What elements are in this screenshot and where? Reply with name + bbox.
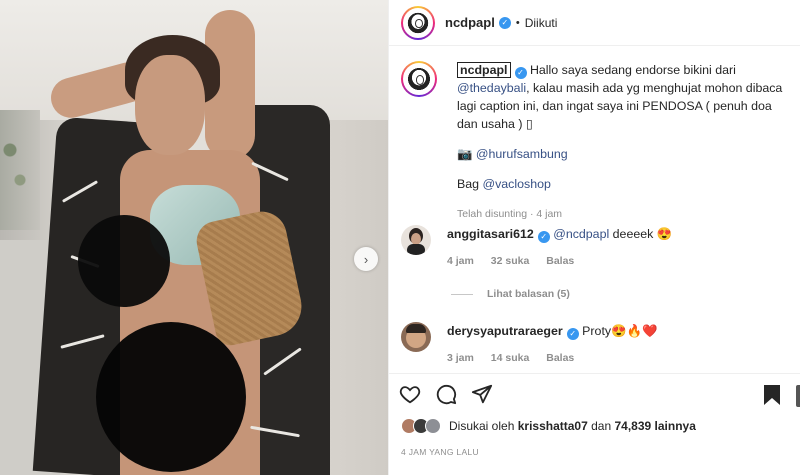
liker-username[interactable]: krisshatta07: [518, 419, 588, 433]
view-replies-label: Lihat balasan (5): [487, 288, 570, 300]
commenter-username[interactable]: anggitasari612: [447, 227, 534, 241]
commenter-avatar[interactable]: [401, 225, 431, 255]
avatar: [425, 418, 441, 434]
scrollbar[interactable]: [796, 385, 800, 407]
caption-avatar[interactable]: [401, 61, 437, 97]
unknown-glyph: ▯: [525, 117, 533, 131]
comment-icon[interactable]: [435, 383, 457, 405]
post-timestamp: 4 JAM YANG LALU: [401, 447, 479, 457]
verified-badge-icon: ✓: [514, 67, 527, 79]
likes-prefix: Disukai oleh: [449, 419, 515, 433]
post-photo[interactable]: ›: [0, 0, 388, 475]
comment-emoji: 😍🔥❤️: [611, 324, 658, 338]
comments-section[interactable]: ncdpapl ✓ Hallo saya sedang endorse bikin…: [389, 47, 800, 372]
next-photo-button[interactable]: ›: [354, 247, 378, 271]
comment-likes[interactable]: 14 suka: [491, 352, 530, 364]
chevron-right-icon: ›: [363, 251, 369, 267]
bookmark-icon[interactable]: [763, 384, 781, 409]
follow-status-button[interactable]: Diikuti: [525, 16, 558, 30]
comment-text: deeeek: [609, 227, 657, 241]
comment-text: Proty: [578, 324, 612, 338]
commenter-avatar[interactable]: [401, 322, 431, 352]
mention-link[interactable]: @thedaybali: [457, 81, 526, 95]
comment-item: derysyaputraraeger ✓ Proty😍🔥❤️ 3 jam 14 s…: [401, 322, 791, 364]
comment-emoji: 😍: [656, 227, 673, 241]
comment-item: anggitasari612 ✓ @ncdpapl deeeek 😍 4 jam …: [401, 225, 791, 267]
censor-circle-bottom: [96, 322, 246, 472]
caption-text: Hallo saya sedang endorse bikini dari: [529, 63, 736, 77]
post-actions-bar: [389, 373, 800, 413]
view-replies-button[interactable]: Lihat balasan (5): [451, 288, 570, 300]
liker-avatars: [401, 418, 441, 434]
author-username[interactable]: ncdpapl: [445, 15, 495, 30]
post-caption: ncdpapl ✓ Hallo saya sedang endorse bikin…: [401, 61, 791, 223]
post-details-panel: ncdpapl ✓ • Diikuti ncdpapl ✓ Hallo saya …: [388, 0, 800, 475]
replies-divider: [451, 293, 473, 295]
comment-time: 3 jam: [447, 352, 474, 364]
comment-likes[interactable]: 32 suka: [491, 255, 530, 267]
verified-badge-icon: ✓: [498, 16, 511, 29]
photo-credit-link[interactable]: @hurufsambung: [476, 147, 568, 161]
bag-mention-link[interactable]: @vacloshop: [483, 177, 551, 191]
separator-dot: •: [515, 16, 520, 29]
mention-link[interactable]: @ncdpapl: [553, 227, 609, 241]
caption-meta: Telah disunting · 4 jam: [457, 208, 563, 220]
comment-time: 4 jam: [447, 255, 474, 267]
commenter-username[interactable]: derysyaputraraeger: [447, 324, 563, 338]
post-header: ncdpapl ✓ • Diikuti: [389, 0, 800, 46]
verified-badge-icon: ✓: [537, 231, 550, 243]
author-avatar[interactable]: [401, 5, 435, 40]
heart-icon[interactable]: [399, 383, 421, 405]
share-icon[interactable]: [471, 383, 493, 405]
reply-button[interactable]: Balas: [546, 255, 574, 267]
likes-middle: dan: [591, 419, 612, 433]
photo-face: [135, 55, 205, 155]
reply-button[interactable]: Balas: [546, 352, 574, 364]
caption-username[interactable]: ncdpapl: [457, 62, 511, 78]
censor-circle-top: [78, 215, 170, 307]
photo-plant: [0, 110, 40, 230]
bag-label: Bag: [457, 177, 483, 191]
verified-badge-icon: ✓: [566, 328, 579, 340]
camera-emoji: 📷: [457, 147, 473, 161]
likes-summary: Disukai oleh krisshatta07 dan 74,839 lai…: [401, 418, 696, 434]
likes-count[interactable]: 74,839 lainnya: [614, 419, 695, 433]
